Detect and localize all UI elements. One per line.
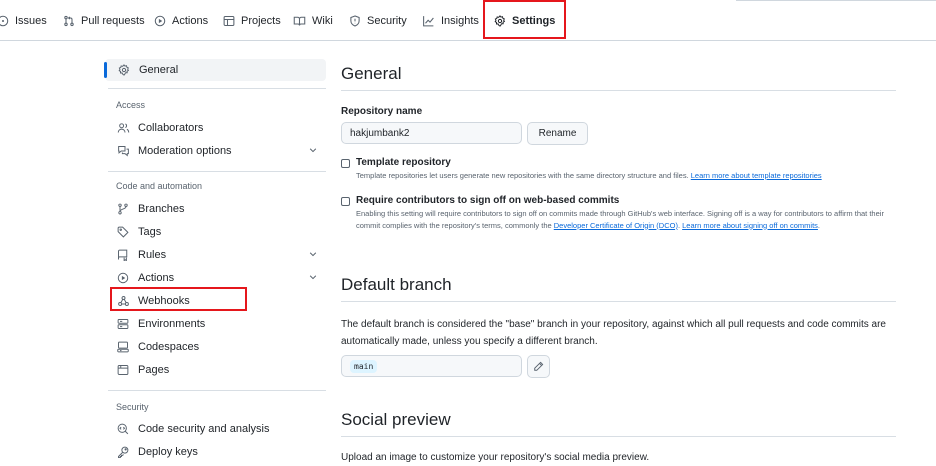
tab-wiki[interactable]: Wiki [293,11,333,31]
sidebar-item-label: Pages [138,364,170,376]
sidebar-item-deploy-keys[interactable]: Deploy keys [104,441,326,463]
social-preview-desc: Upload an image to customize your reposi… [341,452,650,463]
template-desc: Template repositories let users generate… [356,171,691,180]
graph-icon [422,15,435,27]
sidebar-item-tags[interactable]: Tags [104,221,326,243]
template-repository-note: Template repositories let users generate… [356,170,916,182]
git-pull-request-icon [63,15,75,27]
chevron-down-icon[interactable] [308,145,318,155]
tab-insights[interactable]: Insights [422,11,479,31]
key-icon [116,446,130,458]
sidebar-item-environments[interactable]: Environments [104,313,326,335]
sidebar-item-general[interactable]: General [104,59,326,81]
section-title-general: General [341,64,896,91]
tab-label: Wiki [312,15,333,27]
sidebar-item-label: General [139,64,179,76]
dco-link[interactable]: Developer Certificate of Origin (DCO) [554,221,678,230]
signoff-desc-end: . [817,220,821,230]
tab-projects[interactable]: Projects [223,11,281,31]
codespaces-icon [116,341,130,353]
tab-issues[interactable]: Issues [0,11,47,31]
rename-button[interactable]: Rename [527,122,588,145]
tab-label: Security [367,15,407,27]
learn-more-signoff-link[interactable]: Learn more about signing off on commits [682,221,818,230]
sidebar-item-label: Collaborators [138,122,204,134]
sidebar-item-pages[interactable]: Pages [104,359,326,381]
signoff-note: Enabling this setting will require contr… [356,208,896,231]
people-icon [116,122,130,134]
sidebar-heading-security: Security [116,402,149,412]
table-icon [223,15,235,27]
sidebar-heading-access: Access [116,100,146,110]
issue-opened-icon [0,15,9,27]
sidebar-item-label: Code security and analysis [138,423,270,435]
tab-label: Actions [172,15,209,27]
nav-edge-line [736,0,936,1]
tag-icon [116,226,130,238]
edit-default-branch-button[interactable] [527,355,550,378]
repo-push-icon [116,249,130,261]
section-title-social-preview: Social preview [341,410,896,437]
repo-name-value: hakjumbank2 [350,127,410,139]
sidebar-item-collaborators[interactable]: Collaborators [104,117,326,139]
default-branch-desc: The default branch is considered the "ba… [341,319,886,347]
sidebar-item-label: Actions [138,272,175,284]
sidebar-divider [108,390,326,391]
repo-name-input[interactable]: hakjumbank2 [341,122,522,144]
template-repository-checkbox[interactable] [341,159,350,168]
sidebar-divider [108,171,326,172]
sidebar-item-codespaces[interactable]: Codespaces [104,336,326,358]
sidebar-item-label: Deploy keys [138,446,198,458]
sidebar-item-label: Moderation options [138,145,232,157]
codescan-icon [116,423,130,435]
play-icon [116,272,130,284]
chevron-down-icon[interactable] [308,249,318,259]
settings-highlight-box [483,0,566,39]
tab-label: Issues [15,15,47,27]
tab-label: Insights [441,15,479,27]
book-icon [293,15,306,27]
repo-nav: Issues Pull requests Actions Projects Wi… [0,0,936,41]
sidebar-heading-code-automation: Code and automation [116,181,203,191]
learn-more-template-link[interactable]: Learn more about template repositories [691,171,822,180]
tab-actions[interactable]: Actions [154,11,208,31]
tab-label: Projects [241,15,281,27]
webhooks-highlight-box [110,287,247,311]
sidebar-item-label: Tags [138,226,162,238]
tab-security[interactable]: Security [349,11,407,31]
default-branch-field: main [341,355,522,377]
sidebar-item-rules[interactable]: Rules [104,244,326,266]
default-branch-name: main [350,359,378,373]
gear-icon [117,64,131,76]
git-branch-icon [116,203,130,215]
sidebar-item-moderation-options[interactable]: Moderation options [104,140,326,162]
chevron-down-icon[interactable] [308,272,318,282]
sidebar-item-actions[interactable]: Actions [104,267,326,289]
tab-label: Pull requests [81,15,145,27]
active-indicator [104,62,107,78]
server-icon [116,318,130,330]
signoff-checkbox[interactable] [341,197,350,206]
signoff-title: Require contributors to sign off on web-… [356,195,620,206]
sidebar-item-label: Environments [138,318,206,330]
sidebar-item-label: Rules [138,249,167,261]
comment-discussion-icon [116,145,130,157]
browser-icon [116,364,130,376]
shield-icon [349,15,361,27]
sidebar-divider [108,88,326,89]
tab-pull-requests[interactable]: Pull requests [63,11,145,31]
play-icon [154,15,166,27]
template-repository-title: Template repository [356,157,451,168]
repo-name-label: Repository name [341,106,423,117]
sidebar-item-label: Branches [138,203,185,215]
sidebar-item-label: Codespaces [138,341,200,353]
sidebar-item-code-security[interactable]: Code security and analysis [104,418,326,440]
sidebar-item-branches[interactable]: Branches [104,198,326,220]
pencil-icon [533,361,544,372]
section-title-default-branch: Default branch [341,275,896,302]
